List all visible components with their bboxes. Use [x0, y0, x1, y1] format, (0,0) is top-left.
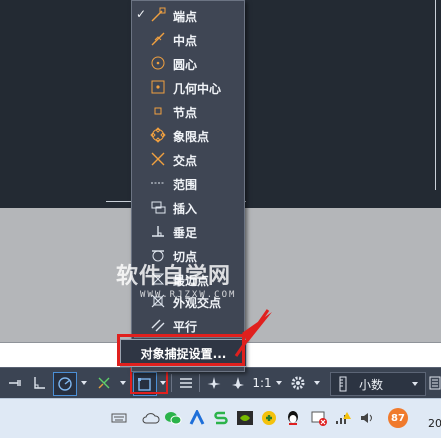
polar-tracking-icon[interactable]	[53, 372, 77, 396]
watermark-title: 软件自学网	[116, 264, 232, 289]
statusbar-divider	[171, 374, 172, 392]
units-selector[interactable]: 小数	[330, 372, 426, 396]
nvidia-icon[interactable]	[234, 407, 256, 429]
watermark-subtitle: WWW.RJZXW.COM	[140, 290, 237, 300]
menu-item-midpoint[interactable]: 中点	[132, 28, 244, 52]
keyboard-icon[interactable]	[108, 407, 130, 429]
windows-taskbar: 87 20	[0, 398, 441, 438]
units-dropdown-chevron-icon	[412, 382, 418, 386]
isodraft-icon[interactable]	[93, 372, 115, 394]
statusbar-divider	[199, 374, 200, 392]
units-value: 小数	[359, 377, 384, 392]
signal-warning-icon[interactable]	[332, 407, 354, 429]
highlight-box	[117, 334, 245, 366]
menu-item-label: 端点	[173, 10, 198, 24]
cloud-icon[interactable]	[140, 407, 162, 429]
object-snap-menu: ✓ 端点 中点 圆心 几何中心 节点 象限点 交点 范围 插入 垂足 切点 最近…	[131, 0, 245, 372]
menu-item-label: 几何中心	[173, 82, 222, 96]
check-icon: ✓	[136, 7, 147, 21]
quadrant-icon	[150, 127, 166, 143]
isodraft-dropdown-chevron-icon[interactable]	[117, 372, 129, 394]
menu-item-insertion[interactable]: 插入	[132, 196, 244, 220]
menu-item-geometric-center[interactable]: 几何中心	[132, 76, 244, 100]
menu-item-intersection[interactable]: 交点	[132, 148, 244, 172]
midpoint-icon	[151, 32, 165, 46]
app-s-icon[interactable]	[210, 407, 232, 429]
menu-item-perpendicular[interactable]: 垂足	[132, 220, 244, 244]
menu-item-label: 垂足	[173, 226, 198, 240]
notification-badge[interactable]: 87	[386, 407, 410, 429]
menu-item-label: 范围	[173, 178, 198, 192]
zoom-scale-dropdown-chevron-icon[interactable]	[273, 372, 285, 394]
menu-item-label: 平行	[173, 320, 198, 334]
menu-item-label: 插入	[173, 202, 198, 216]
gear-icon[interactable]	[287, 372, 309, 394]
snap-mode-icon[interactable]	[4, 372, 26, 394]
security-app-icon[interactable]	[258, 407, 280, 429]
menu-item-label: 圆心	[173, 58, 198, 72]
units-ruler-icon	[339, 376, 347, 392]
menu-item-quadrant[interactable]: 象限点	[132, 124, 244, 148]
menu-item-endpoint[interactable]: ✓ 端点	[132, 4, 244, 28]
drawn-vertical-line	[435, 0, 436, 190]
polar-dropdown-chevron-icon[interactable]	[78, 372, 90, 394]
annotation-scale-icon[interactable]	[227, 372, 249, 394]
extension-icon	[151, 182, 165, 184]
volume-icon[interactable]	[356, 407, 378, 429]
notification-count: 87	[388, 408, 408, 428]
network-blocked-icon[interactable]	[308, 407, 330, 429]
menu-item-label: 节点	[173, 106, 198, 120]
intersection-icon	[151, 152, 165, 166]
clock-text: 20	[428, 417, 441, 430]
menu-item-node[interactable]: 节点	[132, 100, 244, 124]
menu-item-label: 中点	[173, 34, 198, 48]
menu-item-label: 交点	[173, 154, 198, 168]
perpendicular-icon	[152, 226, 164, 237]
menu-item-center[interactable]: 圆心	[132, 52, 244, 76]
ortho-mode-icon[interactable]	[28, 372, 50, 394]
parallel-icon	[151, 319, 165, 332]
endpoint-icon	[151, 7, 166, 22]
zoom-scale-text: 1:1	[252, 376, 272, 390]
app-a-icon[interactable]	[186, 407, 208, 429]
properties-icon[interactable]	[428, 372, 441, 394]
workspace-dropdown-chevron-icon[interactable]	[311, 372, 323, 394]
annotation-visibility-icon[interactable]	[203, 372, 225, 394]
geometric-center-icon	[151, 80, 165, 94]
insertion-icon	[151, 201, 166, 214]
center-icon	[151, 56, 165, 70]
menu-item-label: 象限点	[173, 130, 210, 144]
menu-item-extension[interactable]: 范围	[132, 172, 244, 196]
wechat-icon[interactable]	[162, 407, 184, 429]
node-icon	[154, 107, 162, 115]
qq-icon[interactable]	[282, 407, 304, 429]
zoom-scale-label[interactable]: 1:1	[251, 372, 273, 394]
lineweight-icon[interactable]	[175, 372, 197, 394]
